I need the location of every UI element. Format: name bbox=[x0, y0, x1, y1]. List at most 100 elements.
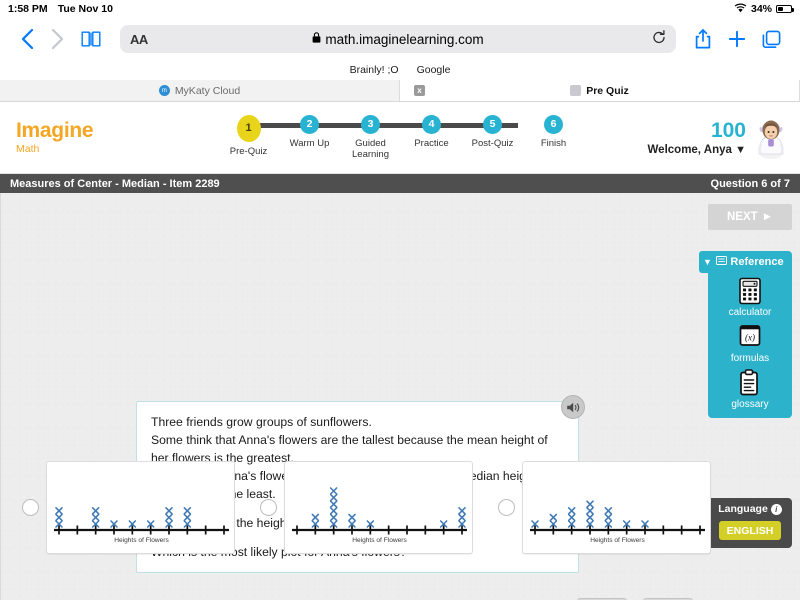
plus-icon[interactable] bbox=[720, 24, 754, 54]
battery-percent: 34% bbox=[750, 3, 772, 15]
stepper-rail bbox=[258, 122, 518, 128]
radio-unchecked-icon[interactable] bbox=[260, 499, 277, 516]
step-number: 5 bbox=[483, 114, 502, 134]
points-total: 100 bbox=[710, 118, 746, 142]
reference-item-calculator[interactable]: calculator bbox=[708, 277, 792, 318]
step-post-quiz[interactable]: 5 Post-Quiz bbox=[462, 114, 523, 150]
step-label: Practice bbox=[414, 137, 449, 149]
dot-plot-c[interactable]: Heights of Flowers bbox=[522, 461, 711, 554]
status-date: Tue Nov 10 bbox=[57, 3, 113, 15]
mykaty-favicon: m bbox=[158, 85, 170, 96]
tab-label: Pre Quiz bbox=[586, 84, 629, 97]
glossary-icon bbox=[737, 369, 763, 397]
item-title-bar: Measures of Center - Median - Item 2289 … bbox=[0, 174, 800, 193]
question-line-1: Three friends grow groups of sunflowers. bbox=[151, 415, 372, 429]
radio-unchecked-icon[interactable] bbox=[498, 499, 515, 516]
language-selected-button[interactable]: ENGLISH bbox=[719, 521, 781, 540]
step-practice[interactable]: 4 Practice bbox=[401, 114, 462, 150]
step-number: 6 bbox=[544, 114, 563, 134]
forward-button[interactable] bbox=[42, 24, 72, 54]
option-b[interactable]: Heights of Flowers bbox=[253, 461, 473, 554]
caret-down-icon[interactable]: ▼ bbox=[735, 144, 746, 156]
imagine-math-logo[interactable]: Imagine Math bbox=[0, 120, 200, 155]
calculator-icon bbox=[737, 277, 763, 305]
lock-icon bbox=[312, 32, 321, 46]
step-warm-up[interactable]: 2 Warm Up bbox=[279, 114, 340, 150]
avatar-icon[interactable] bbox=[750, 116, 792, 160]
question-stage: Three friends grow groups of sunflowers.… bbox=[0, 193, 800, 600]
dot-plot-a[interactable]: Heights of Flowers bbox=[46, 461, 235, 554]
reference-item-label: glossary bbox=[731, 399, 769, 410]
info-icon[interactable]: i bbox=[770, 503, 782, 515]
tab-label: MyKaty Cloud bbox=[174, 84, 241, 97]
dot-plot-svg-c: Heights of Flowers bbox=[530, 500, 705, 544]
tab-strip: m MyKaty Cloud x Pre Quiz bbox=[0, 80, 800, 102]
svg-text:(x): (x) bbox=[745, 333, 755, 343]
url-text: math.imaginelearning.com bbox=[325, 31, 484, 47]
step-number: 1 bbox=[236, 114, 261, 142]
answer-options: Heights of Flowers Heights of Flowers He… bbox=[1, 461, 713, 554]
wifi-icon bbox=[734, 3, 747, 16]
tab-mykaty-cloud[interactable]: m MyKaty Cloud bbox=[0, 80, 400, 101]
address-bar[interactable]: AA math.imaginelearning.com bbox=[120, 25, 676, 53]
reload-icon[interactable] bbox=[652, 29, 666, 49]
step-label: Finish bbox=[540, 137, 567, 149]
dot-plot-svg-a: Heights of Flowers bbox=[54, 507, 229, 544]
favorite-item-google[interactable]: Google bbox=[417, 64, 451, 76]
tabs-icon[interactable] bbox=[754, 24, 788, 54]
share-icon[interactable] bbox=[686, 24, 720, 54]
next-button[interactable]: NEXT ► bbox=[708, 204, 792, 230]
item-title: Measures of Center - Median - Item 2289 bbox=[10, 177, 220, 190]
step-number: 2 bbox=[300, 114, 319, 134]
back-button[interactable] bbox=[12, 24, 42, 54]
question-counter: Question 6 of 7 bbox=[710, 177, 790, 190]
step-label: Post-Quiz bbox=[471, 137, 514, 149]
welcome-text: Welcome, Anya bbox=[647, 143, 732, 156]
battery-icon bbox=[776, 5, 794, 13]
user-menu[interactable]: 100 Welcome, Anya ▼ bbox=[648, 116, 800, 160]
logo-secondary-text: Math bbox=[16, 143, 40, 155]
ios-status-bar: 1:58 PM Tue Nov 10 34% bbox=[0, 0, 800, 18]
bookmarks-button[interactable] bbox=[72, 30, 110, 48]
dot-plot-b[interactable]: Heights of Flowers bbox=[284, 461, 473, 554]
tab-pre-quiz[interactable]: x Pre Quiz bbox=[400, 80, 800, 101]
reference-icon bbox=[716, 256, 728, 268]
reference-collapse-toggle[interactable]: ▼ bbox=[699, 251, 716, 273]
step-label: Guided Learning bbox=[352, 137, 389, 160]
formulas-icon: (x) bbox=[737, 323, 763, 351]
favorite-item-brainly[interactable]: Brainly! ;O bbox=[350, 64, 399, 76]
step-guided-learning[interactable]: 3 Guided Learning bbox=[340, 114, 401, 161]
next-label: NEXT bbox=[726, 211, 758, 223]
step-number: 3 bbox=[361, 114, 380, 134]
reference-item-formulas[interactable]: (x) formulas bbox=[708, 323, 792, 364]
step-finish[interactable]: 6 Finish bbox=[523, 114, 584, 150]
svg-text:Heights of Flowers: Heights of Flowers bbox=[590, 537, 645, 544]
dot-plot-svg-b: Heights of Flowers bbox=[292, 487, 467, 544]
close-icon[interactable]: x bbox=[414, 85, 425, 96]
progress-stepper: 1 Pre-Quiz 2 Warm Up 3 Guided Learning 4… bbox=[218, 114, 584, 161]
favorites-bar: Brainly! ;O Google bbox=[0, 60, 800, 80]
step-number: 4 bbox=[422, 114, 441, 134]
reference-item-label: formulas bbox=[730, 353, 770, 364]
option-c[interactable]: Heights of Flowers bbox=[491, 461, 711, 554]
app-header: Imagine Math 1 Pre-Quiz 2 Warm Up 3 Guid… bbox=[0, 102, 800, 174]
prequiz-favicon bbox=[570, 85, 582, 96]
reference-item-glossary[interactable]: glossary bbox=[708, 369, 792, 410]
language-panel: ▼ Language i ENGLISH bbox=[699, 498, 792, 548]
language-title: Language bbox=[718, 503, 768, 515]
radio-unchecked-icon[interactable] bbox=[22, 499, 39, 516]
option-a[interactable]: Heights of Flowers bbox=[15, 461, 235, 554]
svg-text:Heights of Flowers: Heights of Flowers bbox=[352, 537, 407, 544]
reference-panel: ▼ Reference calculator (x) formulas glos… bbox=[699, 251, 792, 418]
text-size-button[interactable]: AA bbox=[130, 32, 148, 47]
speaker-icon[interactable] bbox=[561, 395, 585, 419]
step-label: Pre-Quiz bbox=[229, 145, 268, 157]
logo-primary-text: Imagine bbox=[16, 119, 94, 142]
reference-title: Reference bbox=[730, 256, 784, 268]
step-pre-quiz[interactable]: 1 Pre-Quiz bbox=[218, 114, 279, 158]
status-time: 1:58 PM bbox=[8, 3, 48, 15]
svg-text:Heights of Flowers: Heights of Flowers bbox=[114, 537, 169, 544]
play-triangle-icon: ► bbox=[761, 211, 774, 223]
browser-toolbar: AA math.imaginelearning.com bbox=[0, 18, 800, 60]
step-label: Warm Up bbox=[289, 137, 330, 149]
